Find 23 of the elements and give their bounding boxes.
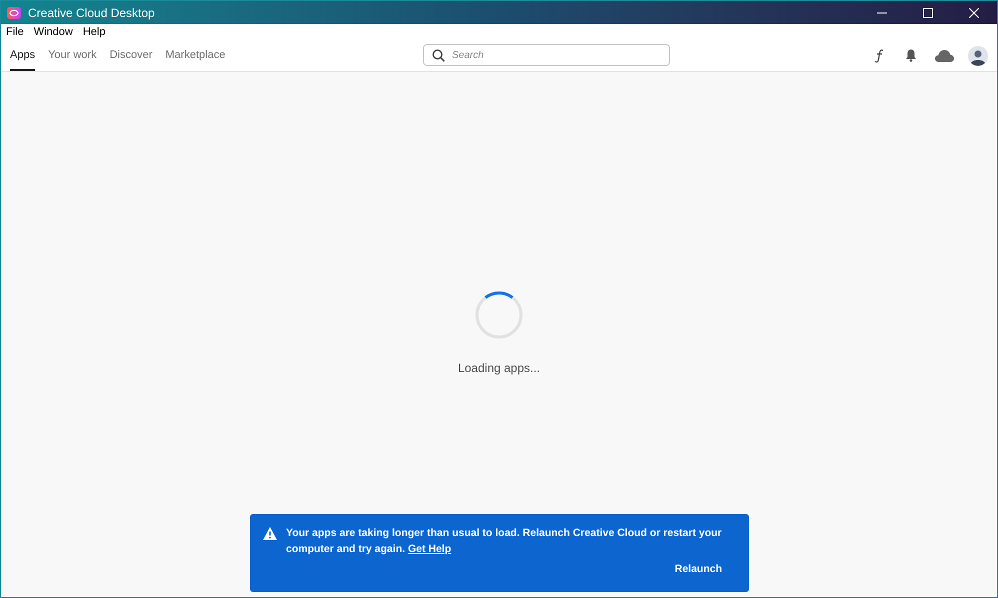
nav-tab[interactable]: Marketplace <box>165 40 226 71</box>
nav-tab[interactable]: Discover <box>110 40 152 71</box>
bell-icon[interactable] <box>905 49 917 62</box>
search-icon <box>432 49 445 62</box>
loading-spinner <box>475 291 523 339</box>
warning-icon <box>263 527 277 540</box>
loading-text: Loading apps... <box>458 360 540 377</box>
menu-item[interactable]: File <box>6 24 24 40</box>
avatar-icon[interactable] <box>968 46 988 66</box>
nav-tab[interactable]: Your work <box>48 40 97 71</box>
relaunch-button[interactable]: Relaunch <box>674 562 722 578</box>
search-field[interactable]: Search <box>423 44 670 66</box>
menu-item[interactable]: Window <box>34 24 73 40</box>
toast-message: Your apps are taking longer than usual to load. Relaunch Creative Cloud or restart your computer and try again. Get Help <box>286 526 723 557</box>
get-help-link[interactable]: Get Help <box>408 543 452 555</box>
cloud-icon[interactable] <box>935 50 954 62</box>
app-logo-icon <box>7 6 21 18</box>
close-icon <box>969 8 979 18</box>
menu-item[interactable]: Help <box>82 24 106 40</box>
maximize-icon <box>923 8 933 18</box>
fonts-icon[interactable] <box>874 48 884 62</box>
nav-tab[interactable]: Apps <box>10 40 36 71</box>
window-title: Creative Cloud Desktop <box>28 4 155 22</box>
